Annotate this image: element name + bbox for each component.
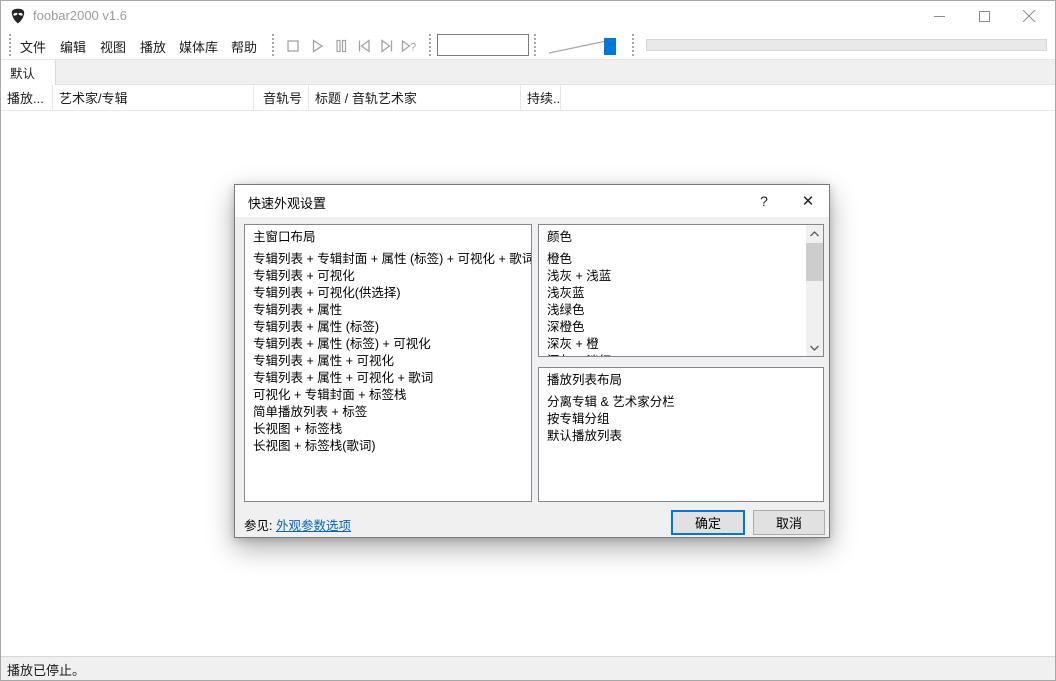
list-item[interactable]: 浅灰 + 浅蓝 bbox=[547, 268, 805, 285]
list-item[interactable]: 橙色 bbox=[547, 251, 805, 268]
playlist-tabstrip: 默认 bbox=[1, 59, 1055, 85]
next-icon[interactable] bbox=[377, 36, 397, 55]
scrollbar-thumb[interactable] bbox=[806, 243, 823, 281]
playlist-layout-header: 播放列表布局 bbox=[547, 372, 823, 389]
main-layout-items: 专辑列表 + 专辑封面 + 属性 (标签) + 可视化 + 歌词专辑列表 + 可… bbox=[253, 251, 531, 455]
list-item[interactable]: 按专辑分组 bbox=[547, 411, 823, 428]
list-item[interactable]: 专辑列表 + 属性 bbox=[253, 302, 531, 319]
list-item[interactable]: 深灰 + 淡红 bbox=[547, 353, 805, 357]
list-item[interactable]: 深灰 + 橙 bbox=[547, 336, 805, 353]
menubar: 文件 编辑 视图 播放 媒体库 帮助 ? bbox=[1, 31, 1055, 59]
app-window: foobar2000 v1.6 文件 编辑 视图 播放 媒体库 帮助 bbox=[0, 0, 1056, 681]
close-icon[interactable] bbox=[1012, 1, 1046, 31]
tab-default-playlist[interactable]: 默认 bbox=[1, 60, 56, 85]
search-input[interactable] bbox=[437, 34, 529, 56]
list-item[interactable]: 浅绿色 bbox=[547, 302, 805, 319]
stop-icon[interactable] bbox=[283, 36, 303, 55]
menu-grip[interactable] bbox=[9, 34, 11, 56]
column-duration[interactable]: 持续... bbox=[521, 85, 561, 110]
help-icon[interactable]: ? bbox=[747, 185, 781, 216]
scroll-down-icon[interactable] bbox=[806, 339, 823, 356]
search-grip[interactable] bbox=[429, 34, 431, 56]
dialog-close-icon[interactable]: ✕ bbox=[791, 185, 825, 216]
random-icon[interactable]: ? bbox=[399, 36, 419, 55]
status-text: 播放已停止。 bbox=[7, 660, 85, 679]
list-item[interactable]: 浅灰蓝 bbox=[547, 285, 805, 302]
menu-edit[interactable]: 编辑 bbox=[60, 37, 86, 56]
colors-items: 橙色浅灰 + 浅蓝浅灰蓝浅绿色深橙色深灰 + 橙深灰 + 淡红 bbox=[547, 251, 805, 357]
dialog-title: 快速外观设置 bbox=[248, 193, 326, 212]
list-item[interactable]: 长视图 + 标签栈 bbox=[253, 421, 531, 438]
column-title-artist[interactable]: 标题 / 音轨艺术家 bbox=[309, 85, 521, 110]
list-item[interactable]: 长视图 + 标签栈(歌词) bbox=[253, 438, 531, 455]
toolbar-grip[interactable] bbox=[272, 34, 274, 56]
minimize-icon[interactable] bbox=[922, 1, 956, 31]
list-item[interactable]: 专辑列表 + 专辑封面 + 属性 (标签) + 可视化 + 歌词 bbox=[253, 251, 531, 268]
list-item[interactable]: 默认播放列表 bbox=[547, 428, 823, 445]
menu-file[interactable]: 文件 bbox=[20, 37, 46, 56]
ok-button[interactable]: 确定 bbox=[671, 510, 745, 535]
titlebar: foobar2000 v1.6 bbox=[1, 1, 1055, 31]
dialog-titlebar: 快速外观设置 ? ✕ bbox=[235, 185, 829, 217]
volume-slider-handle[interactable] bbox=[604, 38, 616, 55]
status-bar: 播放已停止。 bbox=[1, 656, 1055, 681]
column-playing[interactable]: 播放... bbox=[1, 85, 53, 110]
playlist-column-header: 播放... 艺术家/专辑 音轨号 标题 / 音轨艺术家 持续... bbox=[1, 85, 1055, 111]
menu-view[interactable]: 视图 bbox=[100, 37, 126, 56]
list-item[interactable]: 分离专辑 & 艺术家分栏 bbox=[547, 394, 823, 411]
colors-listbox[interactable]: 颜色 橙色浅灰 + 浅蓝浅灰蓝浅绿色深橙色深灰 + 橙深灰 + 淡红 bbox=[538, 224, 824, 357]
list-item[interactable]: 深橙色 bbox=[547, 319, 805, 336]
playlist-layout-listbox[interactable]: 播放列表布局 分离专辑 & 艺术家分栏按专辑分组默认播放列表 bbox=[538, 367, 824, 502]
volume-slider[interactable] bbox=[541, 31, 629, 59]
see-also: 参见: 外观参数选项 bbox=[244, 515, 351, 534]
volume-grip[interactable] bbox=[534, 34, 536, 56]
menu-playback[interactable]: 播放 bbox=[140, 37, 166, 56]
pause-icon[interactable] bbox=[331, 36, 351, 55]
column-artist-album[interactable]: 艺术家/专辑 bbox=[53, 85, 254, 110]
main-layout-header: 主窗口布局 bbox=[253, 229, 531, 246]
list-item[interactable]: 专辑列表 + 属性 (标签) + 可视化 bbox=[253, 336, 531, 353]
column-track-number[interactable]: 音轨号 bbox=[254, 85, 309, 110]
foobar2000-logo-icon bbox=[10, 8, 26, 24]
maximize-icon[interactable] bbox=[967, 1, 1001, 31]
menu-help[interactable]: 帮助 bbox=[231, 37, 257, 56]
previous-icon[interactable] bbox=[354, 36, 374, 55]
list-item[interactable]: 专辑列表 + 属性 (标签) bbox=[253, 319, 531, 336]
cancel-button[interactable]: 取消 bbox=[753, 510, 825, 535]
seekbar-grip[interactable] bbox=[632, 34, 634, 56]
colors-scrollbar[interactable] bbox=[806, 225, 823, 356]
quick-appearance-dialog: 快速外观设置 ? ✕ 主窗口布局 专辑列表 + 专辑封面 + 属性 (标签) +… bbox=[234, 184, 830, 538]
scroll-up-icon[interactable] bbox=[806, 225, 823, 242]
list-item[interactable]: 专辑列表 + 属性 + 可视化 + 歌词 bbox=[253, 370, 531, 387]
play-icon[interactable] bbox=[307, 36, 327, 55]
list-item[interactable]: 专辑列表 + 可视化(供选择) bbox=[253, 285, 531, 302]
window-title: foobar2000 v1.6 bbox=[33, 8, 127, 23]
svg-text:?: ? bbox=[410, 41, 416, 53]
appearance-preferences-link[interactable]: 外观参数选项 bbox=[276, 519, 351, 533]
list-item[interactable]: 简单播放列表 + 标签 bbox=[253, 404, 531, 421]
seek-bar[interactable] bbox=[646, 39, 1047, 51]
list-item[interactable]: 可视化 + 专辑封面 + 标签栈 bbox=[253, 387, 531, 404]
playlist-layout-items: 分离专辑 & 艺术家分栏按专辑分组默认播放列表 bbox=[547, 394, 823, 445]
list-item[interactable]: 专辑列表 + 属性 + 可视化 bbox=[253, 353, 531, 370]
colors-header: 颜色 bbox=[547, 229, 805, 246]
menu-library[interactable]: 媒体库 bbox=[179, 37, 218, 56]
main-layout-listbox[interactable]: 主窗口布局 专辑列表 + 专辑封面 + 属性 (标签) + 可视化 + 歌词专辑… bbox=[244, 224, 532, 502]
list-item[interactable]: 专辑列表 + 可视化 bbox=[253, 268, 531, 285]
see-also-label: 参见: bbox=[244, 519, 272, 533]
